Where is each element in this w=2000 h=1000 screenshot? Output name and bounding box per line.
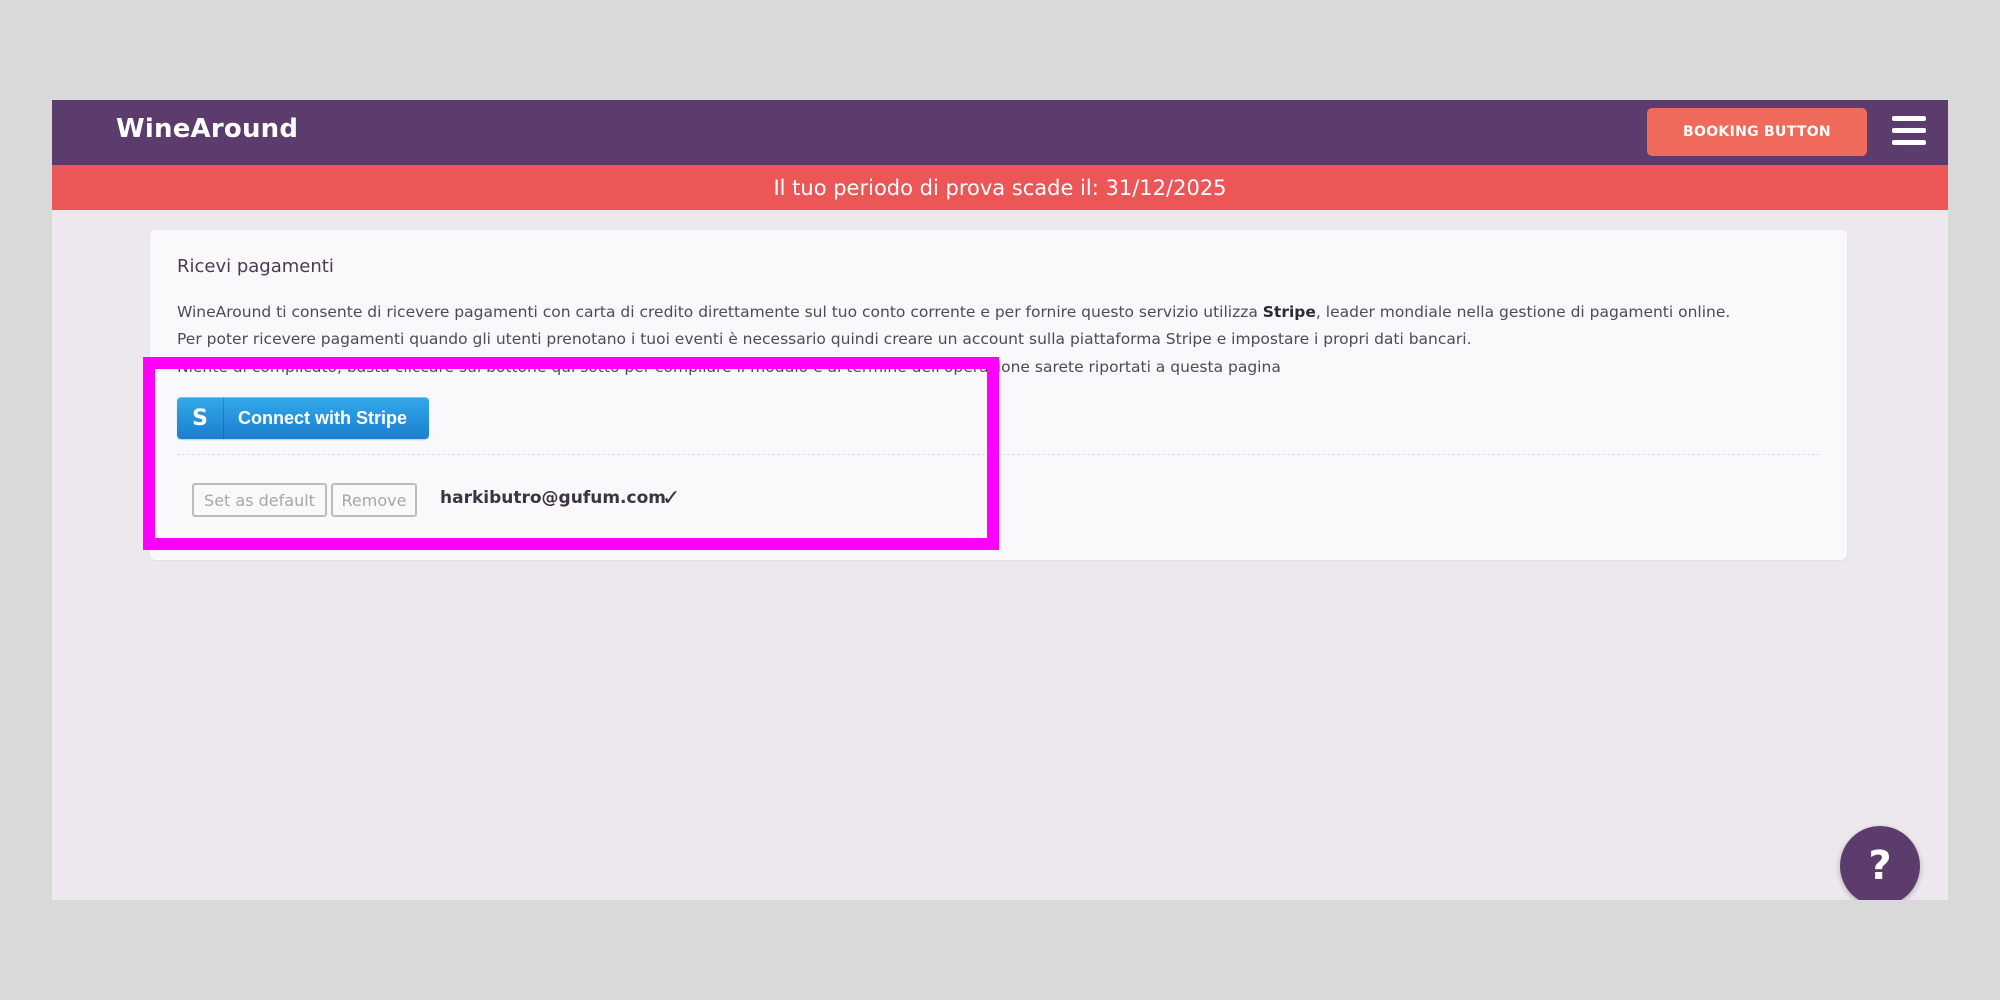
top-navbar: WineAround BOOKING BUTTON	[52, 100, 1948, 165]
hamburger-line	[1892, 140, 1926, 145]
trial-banner: Il tuo periodo di prova scade il: 31/12/…	[52, 165, 1948, 210]
logo[interactable]: WineAround	[116, 114, 298, 144]
card-title: Ricevi pagamenti	[177, 256, 334, 277]
booking-button[interactable]: BOOKING BUTTON	[1647, 108, 1867, 156]
hamburger-menu-icon[interactable]	[1892, 116, 1926, 146]
hamburger-line	[1892, 116, 1926, 121]
description-line-2: Per poter ricevere pagamenti quando gli …	[177, 330, 1472, 348]
help-button[interactable]: ?	[1840, 826, 1920, 900]
description-line-1: WineAround ti consente di ricevere pagam…	[177, 303, 1730, 321]
highlight-box	[143, 357, 999, 550]
description-text: WineAround ti consente di ricevere pagam…	[177, 303, 1263, 321]
hamburger-line	[1892, 128, 1926, 133]
stripe-bold-text: Stripe	[1262, 303, 1316, 321]
description-text: , leader mondiale nella gestione di paga…	[1315, 303, 1731, 321]
